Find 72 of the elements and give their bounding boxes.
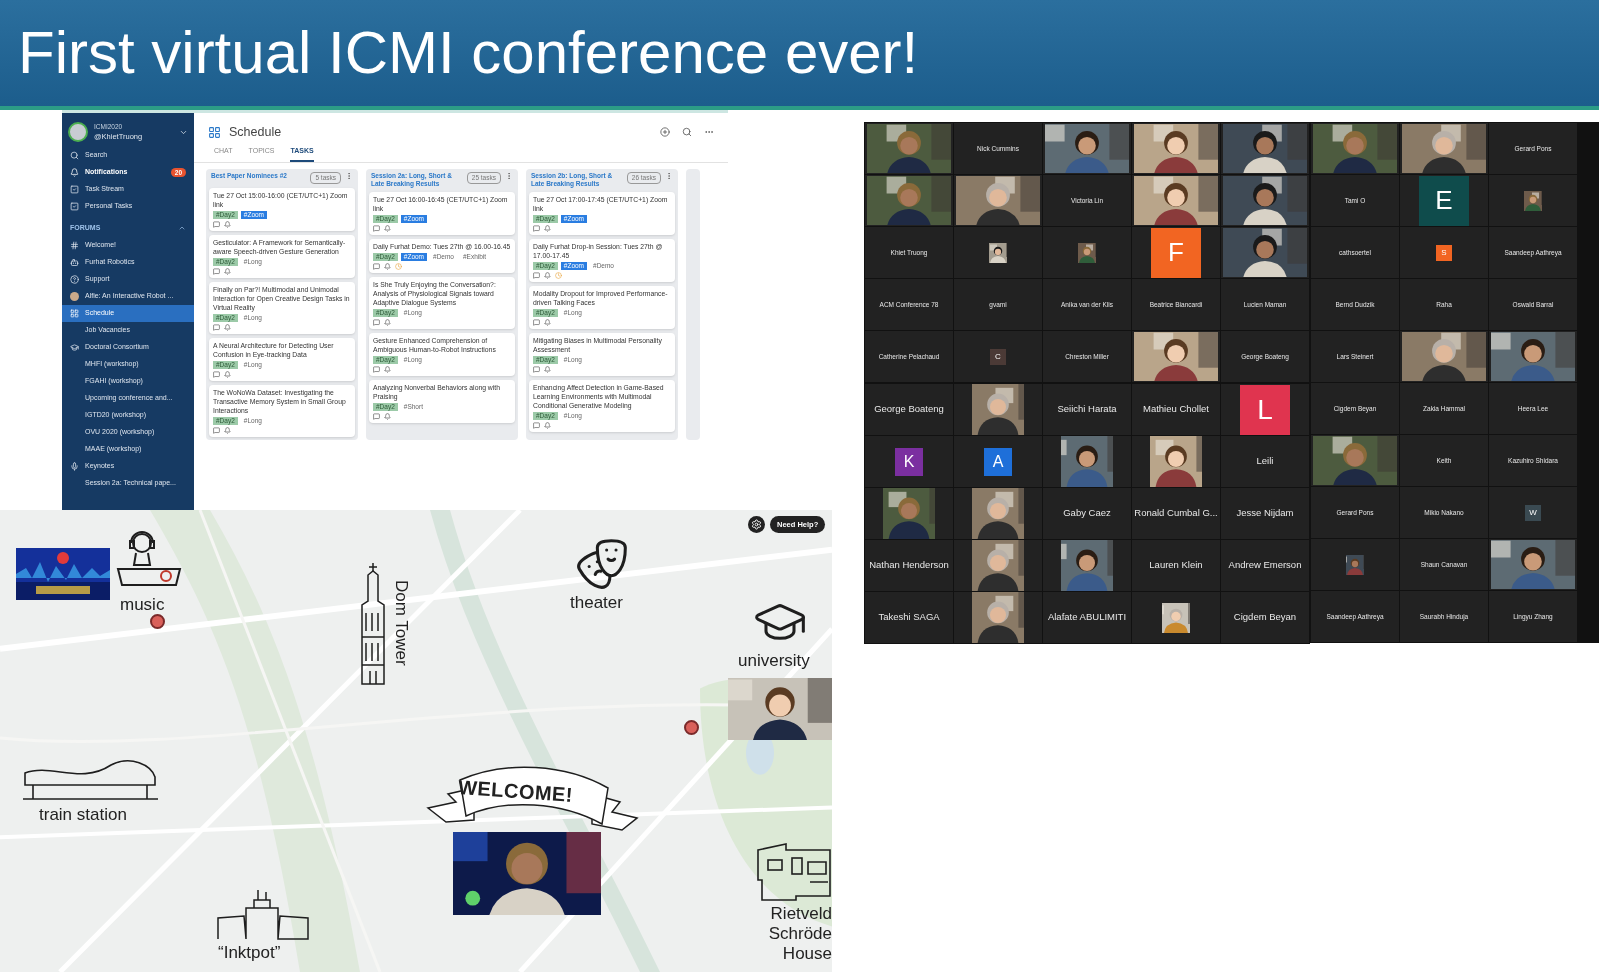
bell-icon[interactable] (224, 370, 231, 378)
user-avatar (68, 122, 88, 142)
bell-icon[interactable] (224, 267, 231, 275)
item-icon (70, 185, 79, 194)
initial-avatar: C (990, 348, 1006, 365)
bell-icon[interactable] (544, 272, 551, 279)
participant-name: Takeshi SAGA (878, 610, 940, 625)
item-icon (70, 241, 79, 250)
comment-icon[interactable] (213, 426, 220, 434)
item-icon (70, 168, 79, 177)
column-menu-icon[interactable] (345, 172, 353, 180)
bell-icon[interactable] (224, 220, 231, 228)
bell-icon[interactable] (384, 366, 391, 373)
initial-avatar: K (895, 447, 923, 476)
comment-icon[interactable] (213, 370, 220, 378)
bell-icon[interactable] (544, 366, 551, 373)
initial-avatar: W (1525, 504, 1541, 521)
bell-icon[interactable] (384, 263, 391, 270)
slide-title: First virtual ICMI conference ever! (18, 23, 919, 83)
avatar-icon (70, 292, 79, 301)
participant-name: Gaby Caez (1063, 506, 1111, 521)
participant-name: Seiichi Harata (1057, 402, 1117, 417)
comment-icon[interactable] (533, 272, 540, 279)
initial-avatar: E (1419, 175, 1469, 226)
bell-icon[interactable] (544, 422, 551, 429)
add-icon[interactable] (660, 127, 670, 137)
participant-name: Cigdem Beyan (1233, 610, 1297, 625)
bell-icon[interactable] (224, 323, 231, 331)
item-icon (70, 343, 79, 352)
search-icon[interactable] (682, 127, 692, 137)
participant-name: Lauren Klein (1149, 558, 1203, 573)
participant-name: George Boateng (874, 402, 944, 417)
participant-name: Nathan Henderson (869, 558, 949, 573)
comment-icon[interactable] (373, 263, 380, 270)
item-icon (70, 202, 79, 211)
item-icon (70, 309, 79, 318)
item-icon (70, 151, 79, 160)
comment-icon[interactable] (213, 267, 220, 275)
initial-avatar: L (1240, 384, 1290, 435)
comment-icon[interactable] (373, 319, 380, 326)
item-icon (70, 275, 79, 284)
bell-icon[interactable] (384, 225, 391, 232)
participant-name: Andrew Emerson (1228, 558, 1302, 573)
comment-icon[interactable] (373, 366, 380, 373)
chevron-up-icon[interactable] (178, 224, 186, 232)
item-icon (70, 258, 79, 267)
item-icon (70, 462, 79, 471)
participant-name: Leili (1256, 454, 1274, 469)
comment-icon[interactable] (533, 319, 540, 326)
column-menu-icon[interactable] (665, 172, 673, 180)
bell-icon[interactable] (384, 413, 391, 420)
page-title: Schedule (229, 123, 282, 141)
participant-name: Jesse Nijdam (1236, 506, 1294, 521)
participant-name: Alafate ABULIMITI (1047, 610, 1127, 625)
initial-avatar: A (984, 447, 1012, 476)
comment-icon[interactable] (213, 220, 220, 228)
comment-icon[interactable] (533, 225, 540, 232)
bell-icon[interactable] (224, 426, 231, 434)
comment-icon[interactable] (533, 366, 540, 373)
comment-icon[interactable] (373, 413, 380, 420)
participant-name: Mathieu Chollet (1143, 402, 1209, 417)
bell-icon[interactable] (384, 319, 391, 326)
participant-name: Ronald Cumbal G... (1134, 506, 1218, 521)
initial-avatar: F (1151, 227, 1201, 278)
board-icon (208, 125, 221, 139)
comment-icon[interactable] (213, 323, 220, 331)
bell-icon[interactable] (544, 225, 551, 232)
comment-icon[interactable] (533, 422, 540, 429)
column-menu-icon[interactable] (505, 172, 513, 180)
bell-icon[interactable] (544, 319, 551, 326)
comment-icon[interactable] (373, 225, 380, 232)
initial-avatar: S (1436, 244, 1452, 261)
